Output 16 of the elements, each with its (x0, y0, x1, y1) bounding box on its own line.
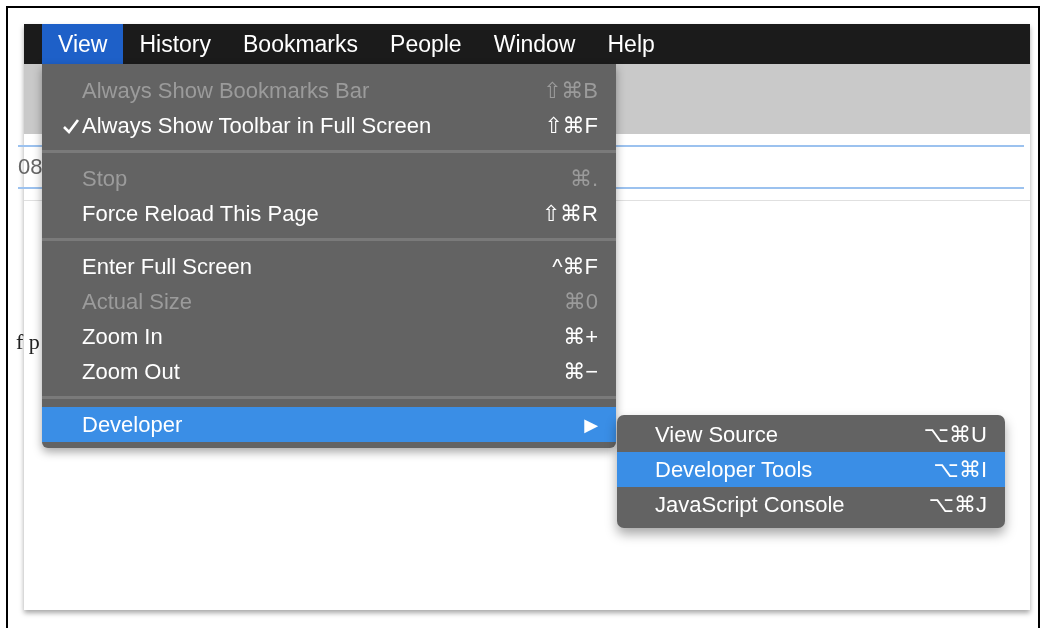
menu-bar-item[interactable]: History (123, 24, 227, 64)
menu-item[interactable]: Zoom In ⌘+ (42, 319, 616, 354)
menu-bar-item[interactable]: Bookmarks (227, 24, 375, 64)
menu-item[interactable]: View Source ⌥⌘U (617, 417, 1005, 452)
menu-item[interactable]: JavaScript Console ⌥⌘J (617, 487, 1005, 522)
menu-bar-item[interactable]: View (42, 24, 124, 64)
menu-item[interactable]: Zoom Out ⌘− (42, 354, 616, 389)
page-text: f p (16, 329, 40, 355)
menu-bar-item[interactable]: People (374, 24, 478, 64)
menu-item[interactable]: Force Reload This Page ⇧⌘R (42, 196, 616, 231)
menu-item[interactable]: Always Show Toolbar in Full Screen ⇧⌘F (42, 108, 616, 143)
menu-item[interactable]: Enter Full Screen ^⌘F (42, 249, 616, 284)
menu-item[interactable]: Developer Tools ⌥⌘I (617, 452, 1005, 487)
menu-bar-item[interactable]: Window (477, 24, 592, 64)
menu-item[interactable]: Developer ▶ (42, 407, 616, 442)
menu-bar-item[interactable]: Help (591, 24, 671, 64)
